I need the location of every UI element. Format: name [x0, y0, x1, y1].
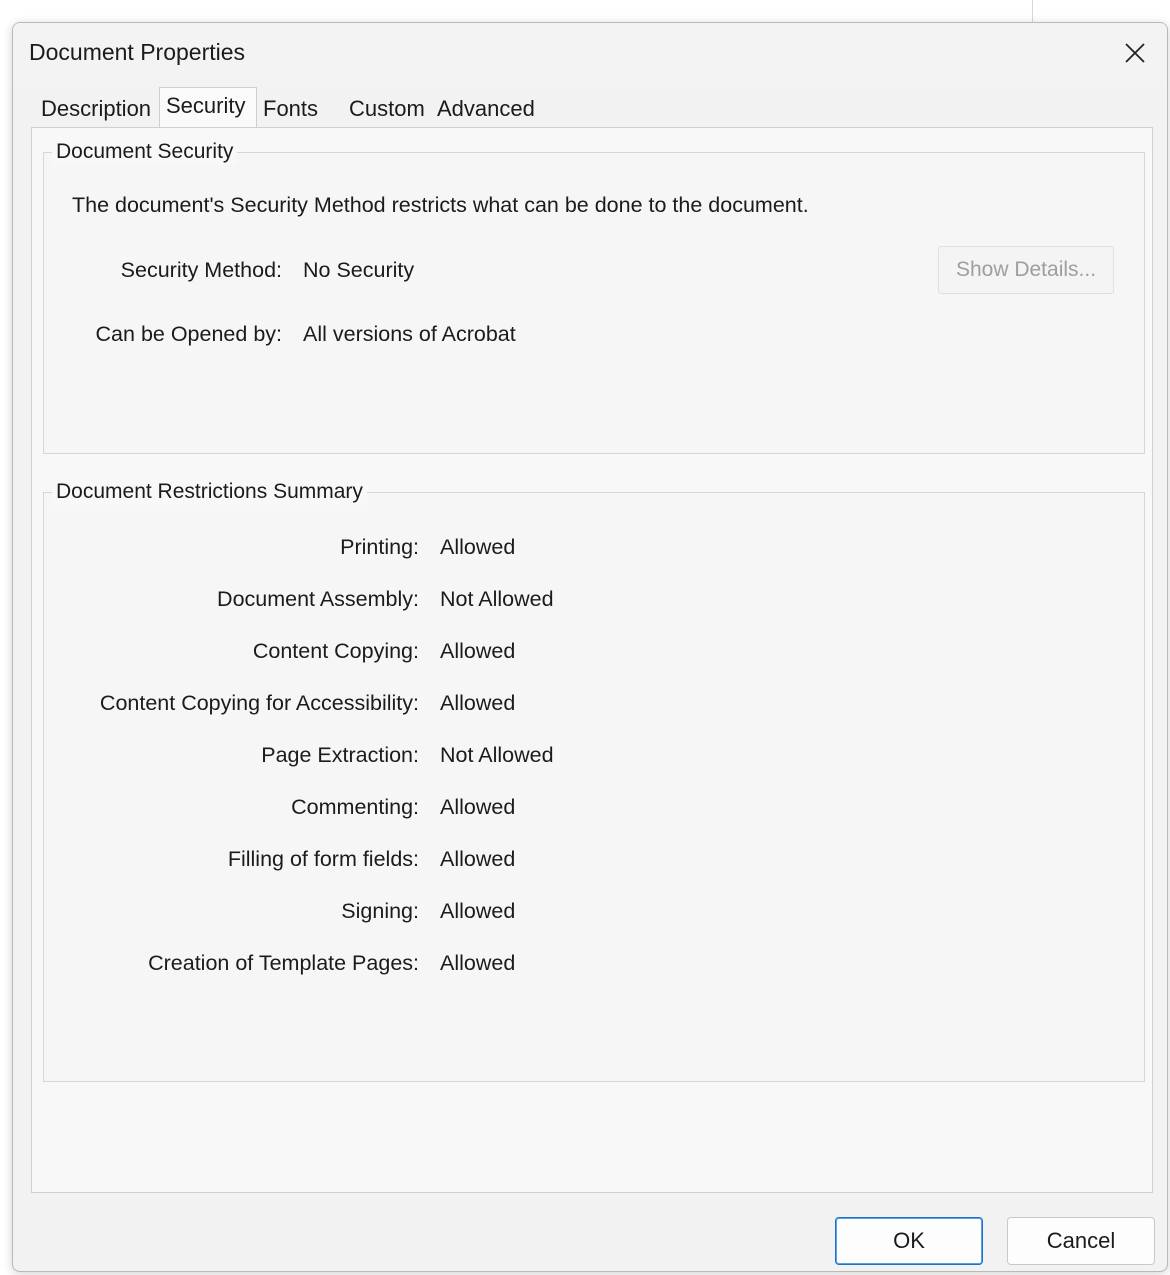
restriction-label-filling-form-fields: Filling of form fields:	[227, 847, 419, 871]
security-method-label: Security Method:	[120, 258, 282, 282]
ok-button[interactable]: OK	[835, 1217, 983, 1265]
close-icon	[1125, 43, 1145, 63]
restriction-label-content-copying-accessibility: Content Copying for Accessibility:	[99, 691, 419, 715]
opened-by-label: Can be Opened by:	[95, 322, 282, 346]
tab-description[interactable]: Description	[33, 91, 159, 127]
restrictions-summary-group: Document Restrictions Summary Printing: …	[43, 479, 1145, 1082]
restriction-label-signing: Signing:	[341, 899, 419, 923]
cancel-button[interactable]: Cancel	[1007, 1217, 1155, 1265]
document-properties-dialog: Document Properties Description Security…	[12, 22, 1168, 1272]
security-tab-panel: Document Security The document's Securit…	[31, 127, 1153, 1193]
restriction-value-page-extraction: Not Allowed	[440, 743, 554, 767]
restriction-value-filling-form-fields: Allowed	[440, 847, 516, 871]
close-button[interactable]	[1113, 31, 1157, 75]
restriction-value-template-pages: Allowed	[440, 951, 516, 975]
opened-by-value: All versions of Acrobat	[303, 322, 516, 346]
title-bar: Document Properties	[13, 23, 1167, 83]
restriction-value-signing: Allowed	[440, 899, 516, 923]
restrictions-summary-title: Document Restrictions Summary	[52, 479, 367, 505]
tab-fonts[interactable]: Fonts	[257, 91, 343, 127]
restriction-label-content-copying: Content Copying:	[252, 639, 419, 663]
restriction-value-commenting: Allowed	[440, 795, 516, 819]
security-method-value: No Security	[303, 258, 415, 282]
document-security-group: Document Security The document's Securit…	[43, 139, 1145, 454]
tab-strip: Description Security Fonts Custom Advanc…	[33, 87, 543, 127]
restriction-label-document-assembly: Document Assembly:	[217, 587, 419, 611]
tab-security[interactable]: Security	[159, 87, 257, 127]
restriction-value-content-copying-accessibility: Allowed	[440, 691, 516, 715]
restriction-value-document-assembly: Not Allowed	[440, 587, 554, 611]
show-details-button[interactable]: Show Details...	[938, 246, 1114, 294]
tab-advanced[interactable]: Advanced	[433, 91, 543, 127]
tab-custom[interactable]: Custom	[343, 91, 433, 127]
background-divider	[1032, 0, 1033, 22]
restriction-label-commenting: Commenting:	[291, 795, 419, 819]
document-security-title: Document Security	[52, 139, 238, 165]
security-description: The document's Security Method restricts…	[72, 193, 809, 217]
restriction-label-page-extraction: Page Extraction:	[261, 743, 419, 767]
restriction-value-content-copying: Allowed	[440, 639, 516, 663]
restriction-label-printing: Printing:	[340, 535, 419, 559]
dialog-title: Document Properties	[29, 39, 246, 65]
restriction-value-printing: Allowed	[440, 535, 516, 559]
restriction-label-template-pages: Creation of Template Pages:	[148, 951, 419, 975]
